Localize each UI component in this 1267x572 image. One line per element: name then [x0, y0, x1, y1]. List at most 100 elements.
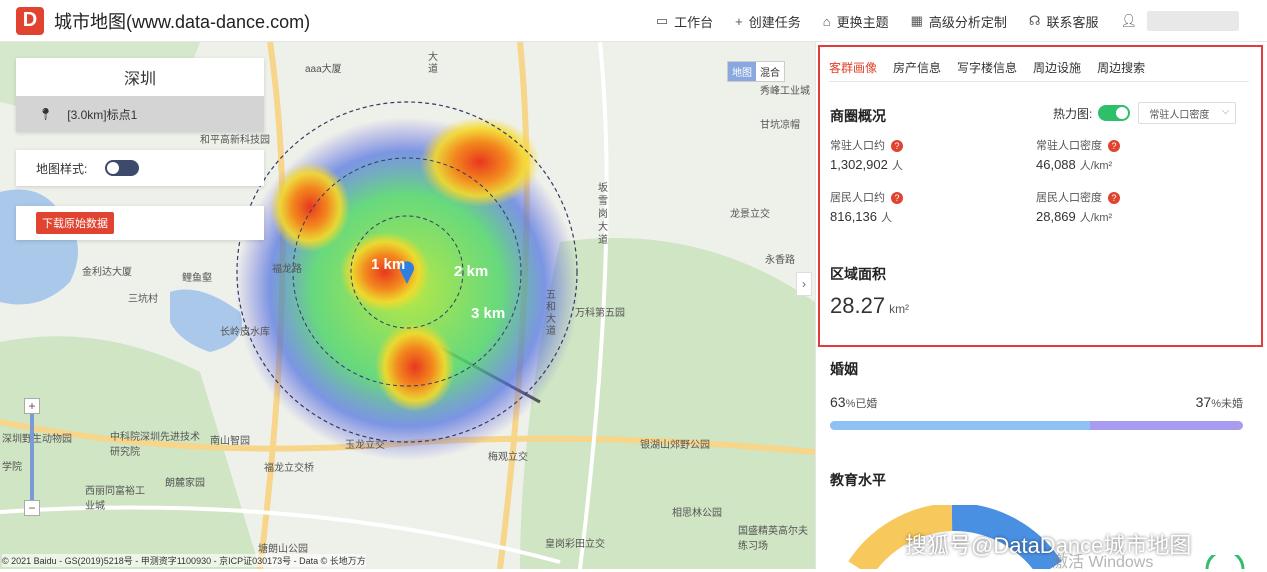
map-canvas[interactable]: 1 km 2 km 3 km aaa大厦 金利达大厦 鲤鱼壑 三坑村 长岭皮水库… [0, 42, 815, 569]
tab-facilities[interactable]: 周边设施 [1033, 52, 1081, 81]
chevron-down-icon: ⌵ [1221, 106, 1230, 117]
zoom-in-button[interactable]: + [24, 398, 40, 414]
married-fill [830, 421, 1091, 430]
heatmap-control: 热力图: 常驻人口密度 ⌵ [1053, 102, 1237, 124]
marriage-bar [830, 421, 1243, 430]
nav-create-task-label: 创建任务 [748, 14, 801, 30]
stat-unit: 人/km² [1079, 160, 1113, 172]
stat-label: 常驻人口约? [830, 137, 903, 153]
nav-theme[interactable]: ⌂ 更换主题 [823, 12, 889, 31]
map-label: 皇岗彩田立交 [545, 539, 605, 550]
map-label: aaa大厦 [305, 64, 342, 75]
map-label: 福龙路 [272, 264, 302, 275]
tab-office[interactable]: 写字楼信息 [957, 52, 1017, 81]
stat-label: 居民人口密度? [1036, 189, 1120, 205]
monitor-icon: ▭ [655, 13, 669, 28]
nav-support-label: 联系客服 [1046, 14, 1099, 30]
plus-icon: + [735, 13, 743, 29]
business-title: 商圈概况 [830, 108, 886, 124]
heatmap-label: 热力图: [1053, 106, 1093, 121]
download-card: 下载原始数据 [16, 206, 264, 240]
married-value: 63 [830, 394, 846, 410]
map-label: 五和大道 [546, 290, 556, 337]
marker-item[interactable]: 📍︎ [3.0km]标点1 [16, 96, 264, 132]
map-type-map[interactable]: 地图 [728, 62, 756, 81]
nav-theme-label: 更换主题 [836, 14, 889, 30]
user-name-blurred [1147, 11, 1239, 31]
map-label: 相思林公园 [672, 508, 722, 519]
marriage-stats: 63%已婚 37%未婚 [830, 394, 1243, 411]
tab-nearby-search[interactable]: 周边搜索 [1097, 52, 1145, 81]
single-stat: 37%未婚 [1196, 394, 1243, 411]
stat-label: 常驻人口密度? [1036, 137, 1120, 153]
map-label: 塘朗山公园 [258, 544, 308, 555]
chevron-right-icon[interactable]: › [796, 272, 812, 296]
stat-label-text: 居民人口密度 [1036, 192, 1102, 204]
app-title: 城市地图(www.data-dance.com) [54, 11, 311, 32]
stat-label-text: 常驻人口约 [830, 140, 885, 152]
nav-workbench[interactable]: ▭ 工作台 [656, 12, 713, 31]
map-label: 梅观立交 [488, 452, 528, 463]
map-label: 国盛精英高尔夫练习场 [738, 526, 808, 552]
help-icon[interactable]: ? [891, 140, 903, 152]
nav-advanced-label: 高级分析定制 [928, 14, 1007, 30]
map-label: 南山智园 [210, 436, 250, 447]
city-card: 深圳 📍︎ [3.0km]标点1 [16, 58, 264, 132]
map-label: 大道 [428, 52, 438, 75]
user-icon: 👤︎ [1120, 13, 1137, 28]
map-pin-icon: 📍︎ [38, 107, 54, 121]
user-menu[interactable]: 👤︎ [1120, 11, 1239, 31]
tab-property[interactable]: 房产信息 [893, 52, 941, 81]
map-label: 三坑村 [128, 294, 158, 305]
education-title: 教育水平 [830, 472, 886, 488]
map-style-toggle[interactable] [105, 160, 140, 176]
stat-number: 46,088 [1036, 157, 1076, 172]
ring-label-3km: 3 km [471, 305, 506, 322]
map-style-label: 地图样式: [36, 161, 88, 176]
stat-number: 1,302,902 [830, 157, 888, 172]
tab-customer-profile[interactable]: 客群画像 [829, 52, 877, 81]
heatmap-toggle[interactable] [1098, 105, 1131, 121]
map-label: 和平高新科技园 [200, 135, 270, 146]
headset-icon: ☊ [1028, 13, 1041, 28]
map-label: 万科第五园 [575, 308, 625, 319]
stat-number: 28,869 [1036, 209, 1076, 224]
heatmap-select[interactable]: 常驻人口密度 ⌵ [1138, 102, 1237, 124]
help-icon[interactable]: ? [891, 192, 903, 204]
map-label: 秀峰工业城 [760, 86, 810, 97]
map-type-hybrid[interactable]: 混合 [756, 62, 784, 81]
map-label: 永香路 [765, 255, 795, 266]
area-number: 28.27 [830, 293, 886, 318]
stat-value: 1,302,902 人 [830, 157, 903, 173]
stat-number: 816,136 [830, 209, 877, 224]
single-label: %未婚 [1211, 398, 1243, 410]
download-raw-data-button[interactable]: 下载原始数据 [36, 212, 114, 234]
zoom-control: + − [24, 398, 40, 516]
nav-workbench-label: 工作台 [674, 14, 714, 30]
help-icon[interactable]: ? [1108, 192, 1120, 204]
ring-label-2km: 2 km [454, 263, 489, 280]
map-label: 龙景立交 [730, 209, 770, 220]
map-label: 甘坑凉帽 [760, 120, 800, 131]
scroll-indicator [1205, 555, 1245, 569]
area-unit: km² [889, 302, 910, 316]
map-label: 坂雪岗大道 [598, 183, 608, 246]
map-label: 长岭皮水库 [220, 327, 270, 338]
area-value: 28.27 km² [830, 293, 909, 319]
zoom-out-button[interactable]: − [24, 500, 40, 516]
map-copyright: © 2021 Baidu - GS(2019)5218号 - 甲测资字11009… [2, 554, 366, 567]
map-label: 金利达大厦 [82, 267, 132, 278]
stat-value: 28,869 人/km² [1036, 209, 1112, 225]
nav-advanced[interactable]: ▦ 高级分析定制 [911, 12, 1007, 31]
app-logo[interactable]: D [16, 6, 44, 35]
heatmap-select-value: 常驻人口密度 [1149, 109, 1210, 121]
city-name[interactable]: 深圳 [16, 58, 264, 96]
top-nav: ▭ 工作台 + 创建任务 ⌂ 更换主题 ▦ 高级分析定制 ☊ 联系客服 👤︎ [656, 0, 1267, 42]
nav-create-task[interactable]: + 创建任务 [735, 12, 801, 31]
zoom-slider[interactable] [30, 414, 34, 500]
help-icon[interactable]: ? [1108, 140, 1120, 152]
nav-support[interactable]: ☊ 联系客服 [1029, 12, 1099, 31]
panel-tabs: 客群画像 房产信息 写字楼信息 周边设施 周边搜索 [829, 52, 1249, 82]
stat-value: 816,136 人 [830, 209, 892, 225]
map-label: 中科院深圳先进技术研究院 [110, 432, 200, 458]
